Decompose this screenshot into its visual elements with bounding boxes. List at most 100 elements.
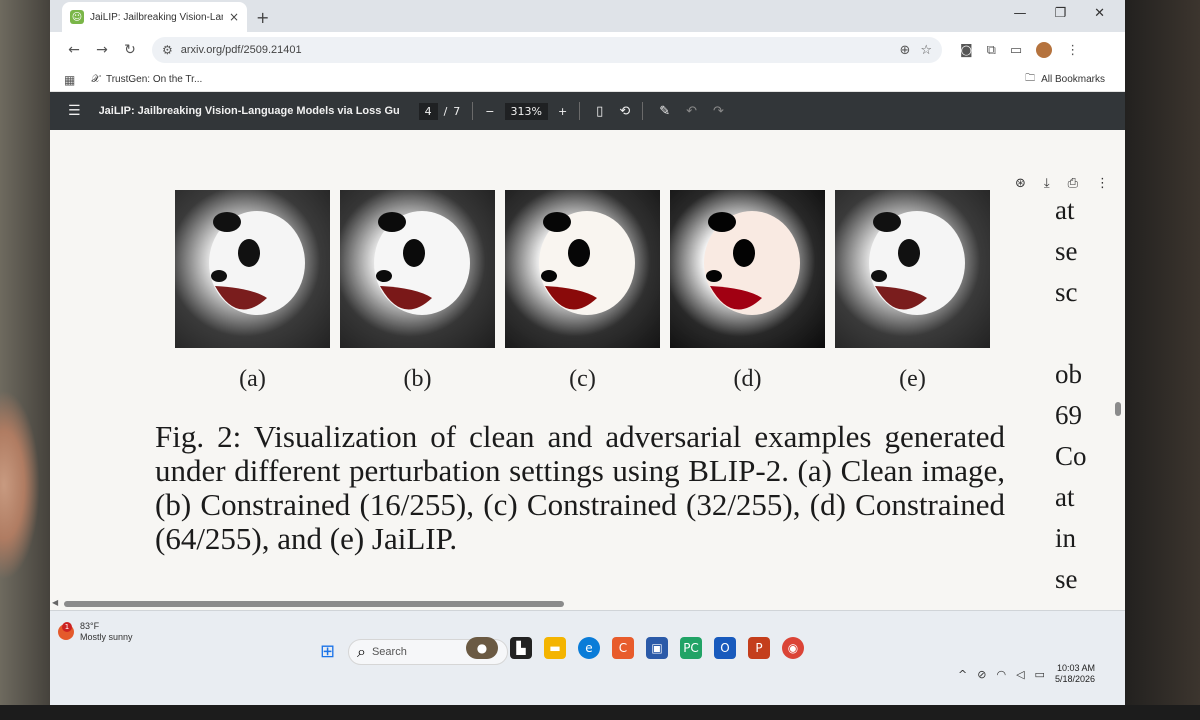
app-icon[interactable]: C [612,637,634,659]
url-text: arxiv.org/pdf/2509.21401 [180,44,302,56]
arxiv-favicon-icon: ☺ [70,10,84,24]
figure-panel: (e) [835,190,990,393]
more-icon[interactable]: ⋮ [1066,43,1079,58]
temperature: 83°F [80,621,100,631]
text-fragment: sc [1055,277,1078,307]
panda-image-constrained-16 [340,190,495,348]
scroll-thumb[interactable] [64,601,564,607]
scroll-thumb[interactable] [1115,402,1121,416]
panel-label: (c) [569,366,596,392]
folder-icon: 🗀 [1025,73,1036,84]
panda-icon [869,211,965,315]
zoom-icon[interactable]: ⊕ [899,43,910,58]
store-icon[interactable]: ▣ [646,637,668,659]
pinned-apps: ● ▙ ▬ e C ▣ PC O P ◉ [466,637,804,659]
location-off-icon[interactable]: ⊘ [977,668,986,681]
text-fragment: se [1055,236,1078,266]
redo-icon[interactable]: ↷ [713,104,724,119]
zoom-out-button[interactable]: − [485,105,494,118]
menu-icon[interactable]: ☰ [68,103,81,119]
search-highlight-icon[interactable]: ● [466,637,498,659]
minimize-icon[interactable]: — [1013,6,1026,21]
window-controls: — ❐ ✕ [1013,6,1105,21]
window-close-icon[interactable]: ✕ [1094,6,1105,21]
forward-icon[interactable]: → [88,42,116,58]
volume-icon[interactable]: ◁ [1016,668,1024,681]
file-explorer-icon[interactable]: ▬ [544,637,566,659]
close-icon[interactable]: × [229,10,239,24]
tab-strip: ☺ JaiLIP: Jailbreaking Vision-Lang × + —… [50,0,1125,32]
browser-tab[interactable]: ☺ JaiLIP: Jailbreaking Vision-Lang × [62,2,247,32]
maximize-icon[interactable]: ❐ [1054,6,1066,21]
zoom-level[interactable]: 313% [504,102,548,120]
scroll-left-icon[interactable]: ◀ [52,598,58,607]
download-icon[interactable]: ⤓ [1044,176,1050,191]
page-separator: / [443,104,448,118]
page-number-input[interactable]: 4 [418,102,438,120]
address-bar[interactable]: ⚙ arxiv.org/pdf/2509.21401 ⊕ ☆ [152,37,942,63]
right-column-text: at se sc ob 69 Co at in se va [1055,190,1095,641]
horizontal-scrollbar[interactable]: ◀ [50,598,1125,610]
pdf-toolbar: ☰ JaiLIP: Jailbreaking Vision-Language M… [50,92,1125,130]
avatar[interactable] [1036,42,1053,58]
camera-icon[interactable]: ◙ [960,43,973,58]
panda-icon [209,211,305,315]
save-icon[interactable]: ⊛ [1015,176,1026,191]
clock[interactable]: 10:03 AM 5/18/2026 [1055,663,1095,685]
all-bookmarks-button[interactable]: 🗀 All Bookmarks [1025,71,1105,88]
windows-start-icon[interactable]: ⊞ [320,641,335,662]
vertical-scrollbar[interactable] [1113,130,1123,610]
apps-icon[interactable]: ▦ [64,73,75,87]
new-tab-button[interactable]: + [256,8,269,27]
browser-toolbar: ← → ↻ ⚙ arxiv.org/pdf/2509.21401 ⊕ ☆ ◙ ⧉… [50,32,1125,68]
site-info-icon[interactable]: ⚙ [162,43,173,57]
clock-date: 5/18/2026 [1054,674,1095,684]
edge-icon[interactable]: e [578,637,600,659]
page-indicator: 4 / 7 [418,102,461,120]
pdf-actions: ⊛ ⤓ ⎙ ⋮ [1015,176,1109,191]
chevron-up-icon[interactable]: ^ [958,668,967,681]
wifi-icon[interactable]: ◠ [996,668,1006,681]
star-icon[interactable]: ☆ [920,43,932,58]
figure-caption: Fig. 2: Visualization of clean and adver… [155,419,1005,556]
back-icon[interactable]: ← [60,42,88,58]
panda-image-constrained-64 [670,190,825,348]
more-actions-icon[interactable]: ⋮ [1096,176,1109,191]
omnibox-actions: ⊕ ☆ [899,43,932,58]
reload-icon[interactable]: ↻ [116,42,144,58]
text-fragment: at [1055,195,1075,225]
weather-widget[interactable]: 1 83°F Mostly sunny [58,621,133,643]
reading-list-icon[interactable]: ▭ [1010,43,1022,58]
bookmark-item[interactable]: 𝒳 TrustGen: On the Tr... [91,74,202,85]
bookmark-label: TrustGen: On the Tr... [105,74,203,85]
total-pages: 7 [453,104,461,118]
windows-taskbar: 1 83°F Mostly sunny ⊞ ⌕ Search ● ▙ ▬ e C… [50,610,1125,705]
panda-image-constrained-32 [505,190,660,348]
draw-icon[interactable]: ✎ [659,104,670,119]
panda-image-jailip [835,190,990,348]
battery-icon[interactable]: ▭ [1035,668,1045,681]
pycharm-icon[interactable]: PC [680,637,702,659]
print-icon[interactable]: ⎙ [1068,176,1078,191]
chrome-icon[interactable]: ◉ [782,637,804,659]
text-fragment: ob [1055,359,1082,389]
search-icon: ⌕ [357,642,366,661]
undo-icon[interactable]: ↶ [686,104,697,119]
laptop-bezel [0,705,1200,720]
fit-page-icon[interactable]: ▯ [596,104,603,119]
panel-label: (b) [403,366,432,392]
task-view-icon[interactable]: ▙ [510,637,532,659]
panda-icon [374,211,470,315]
panel-label: (a) [239,366,266,392]
rotate-icon[interactable]: ⟲ [619,104,630,119]
extensions-icon[interactable]: ⧉ [987,43,996,58]
zoom-in-button[interactable]: + [558,105,567,118]
all-bookmarks-label: All Bookmarks [1041,74,1105,85]
figure-panel: (d) [670,190,825,393]
panel-label: (e) [899,366,926,392]
text-fragment: se [1055,564,1078,594]
powerpoint-icon[interactable]: P [748,637,770,659]
divider [642,102,644,120]
panel-label: (d) [733,366,762,392]
outlook-icon[interactable]: O [714,637,736,659]
